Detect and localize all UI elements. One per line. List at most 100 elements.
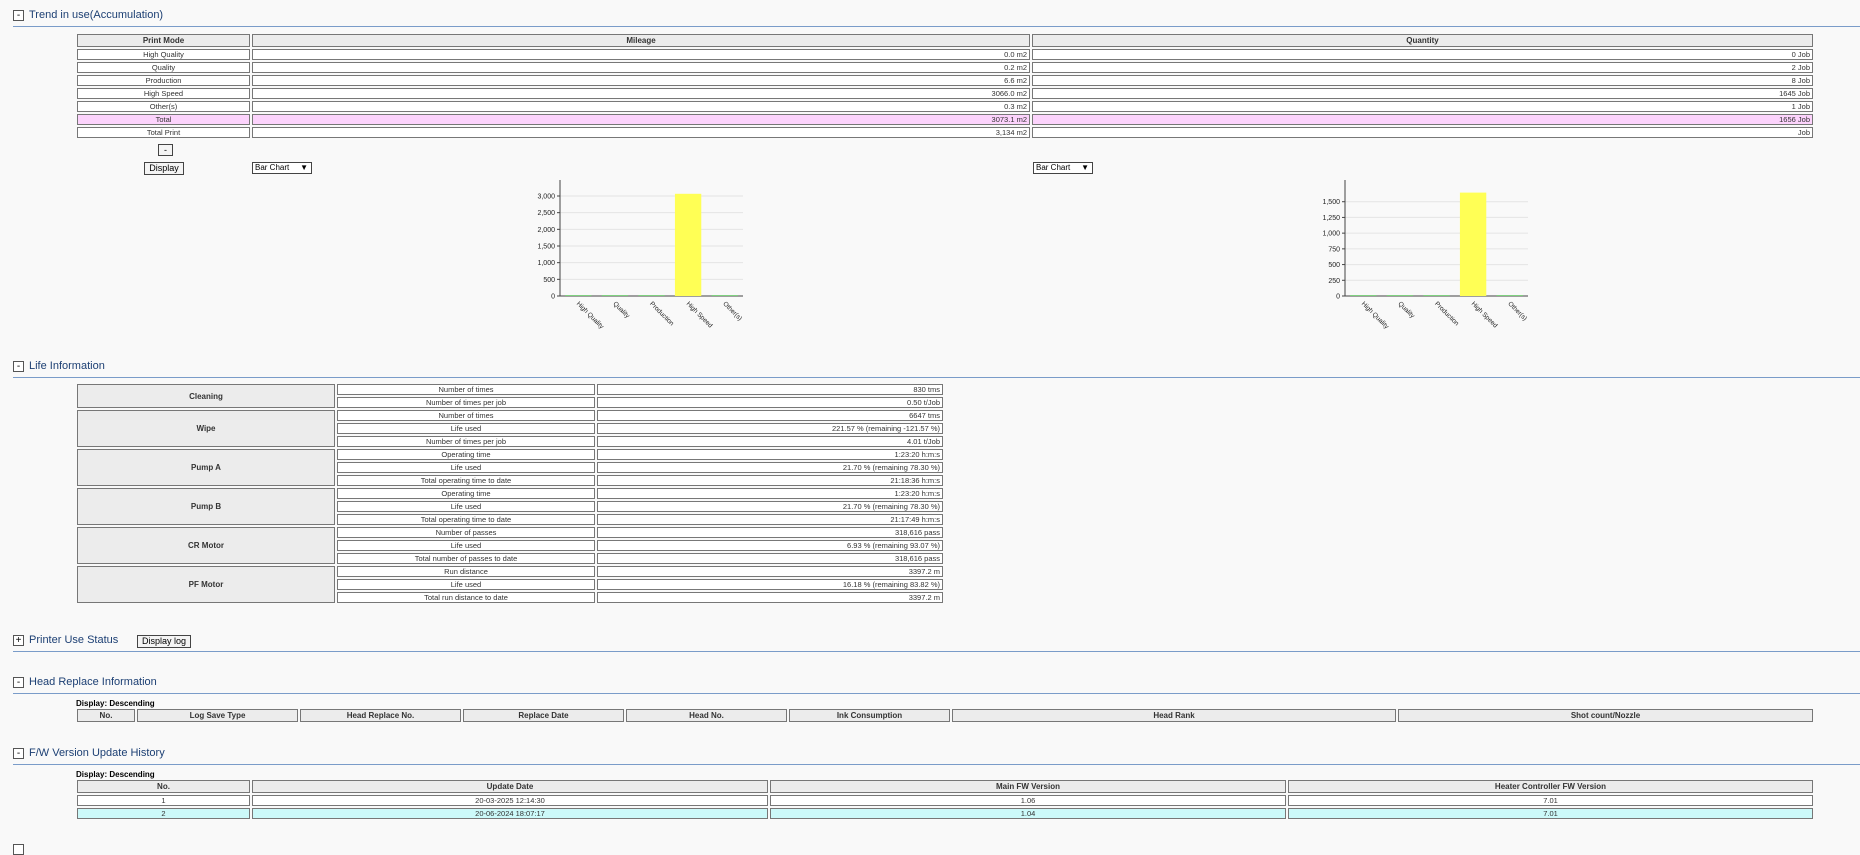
metric-value-cell: 318,616 pass: [597, 527, 943, 538]
metric-label-cell: Number of times: [337, 384, 595, 395]
fw-toggle-button[interactable]: -: [13, 748, 24, 759]
metric-label-cell: Total run distance to date: [337, 592, 595, 603]
y-tick-label: 1,000: [537, 260, 555, 267]
display-log-button[interactable]: Display log: [137, 635, 191, 648]
x-tick-label: High Quality: [1360, 300, 1391, 331]
x-tick-label: Other(s): [1506, 300, 1528, 322]
col-quantity: Quantity: [1032, 34, 1813, 47]
mileage-cell: 0.3 m2: [252, 101, 1030, 112]
date-cell: 20-03-2025 12:14:30: [252, 795, 768, 806]
x-tick-label: High Speed: [1470, 300, 1499, 329]
bar: [1386, 295, 1414, 296]
metric-value-cell: 318,616 pass: [597, 553, 943, 564]
bar: [601, 295, 629, 296]
mileage-cell: 3073.1 m2: [252, 114, 1030, 125]
mileage-chart-type-value: Bar Chart: [255, 163, 290, 172]
y-tick-label: 750: [1328, 246, 1340, 253]
main-fw-cell: 1.04: [770, 808, 1286, 819]
no-cell: 1: [77, 795, 250, 806]
col-head-replace-no: Head Replace No.: [300, 709, 461, 722]
bar: [674, 193, 702, 296]
bar: [1423, 295, 1450, 296]
quantity-chart-type-select[interactable]: Bar Chart ▼: [1033, 162, 1093, 174]
mileage-cell: 3066.0 m2: [252, 88, 1030, 99]
metric-value-cell: 3397.2 m: [597, 566, 943, 577]
y-tick-label: 2,500: [537, 210, 555, 217]
main-fw-cell: 1.06: [770, 795, 1286, 806]
col-head-rank: Head Rank: [952, 709, 1396, 722]
metric-value-cell: 830 tms: [597, 384, 943, 395]
y-tick-label: 500: [543, 277, 555, 284]
mileage-chart-type-select[interactable]: Bar Chart ▼: [252, 162, 312, 174]
quantity-cell: 0 Job: [1032, 49, 1813, 60]
metric-value-cell: 221.57 % (remaining -121.57 %): [597, 423, 943, 434]
x-tick-label: Quality: [611, 300, 631, 320]
metric-label-cell: Life used: [337, 540, 595, 551]
date-cell: 20-06-2024 18:07:17: [252, 808, 768, 819]
metric-value-cell: 21.70 % (remaining 78.30 %): [597, 462, 943, 473]
chevron-down-icon: ▼: [300, 163, 308, 172]
metric-label-cell: Life used: [337, 501, 595, 512]
col-log-save-type: Log Save Type: [137, 709, 298, 722]
head-replace-toggle-button[interactable]: -: [13, 677, 24, 688]
total-row: Total 3073.1 m2 1656 Job: [77, 114, 1813, 125]
mileage-cell: 0.0 m2: [252, 49, 1030, 60]
mode-cell: High Speed: [77, 88, 250, 99]
mode-cell: Total: [77, 114, 250, 125]
y-tick-label: 1,000: [1322, 231, 1340, 238]
y-tick-label: 1,250: [1322, 215, 1340, 222]
quantity-cell: 8 Job: [1032, 75, 1813, 86]
printer-use-section-header: + Printer Use Status: [13, 634, 1860, 652]
quantity-cell: 1656 Job: [1032, 114, 1813, 125]
table-row: CR Motor Number of passes 318,616 pass: [77, 527, 943, 564]
col-replace-date: Replace Date: [463, 709, 624, 722]
y-tick-label: 2,000: [537, 227, 555, 234]
metric-label-cell: Operating time: [337, 449, 595, 460]
heater-fw-cell: 7.01: [1288, 795, 1813, 806]
metric-label-cell: Total operating time to date: [337, 514, 595, 525]
metric-label-cell: Life used: [337, 579, 595, 590]
fw-table: No. Update Date Main FW Version Heater C…: [75, 778, 1815, 821]
col-head-no: Head No.: [626, 709, 787, 722]
total-print-row: Total Print 3,134 m2 Job: [77, 127, 1813, 138]
mileage-cell: 0.2 m2: [252, 62, 1030, 73]
mileage-bar-chart: 0 500 1,000 1,500 2,000 2,500 3,000 High Qualit…: [537, 180, 743, 331]
bar: [1459, 192, 1487, 296]
heater-fw-cell: 7.01: [1288, 808, 1813, 819]
metric-label-cell: Life used: [337, 462, 595, 473]
metric-value-cell: 4.01 t/Job: [597, 436, 943, 447]
next-section-toggle-button[interactable]: [13, 844, 24, 855]
y-tick-label: 1,500: [537, 244, 555, 251]
metric-value-cell: 6647 tms: [597, 410, 943, 421]
col-update-date: Update Date: [252, 780, 768, 793]
printer-use-toggle-button[interactable]: +: [13, 635, 24, 646]
component-name-cell: Wipe: [77, 410, 335, 447]
quantity-cell: Job: [1032, 127, 1813, 138]
metric-label-cell: Number of passes: [337, 527, 595, 538]
fw-section-header: - F/W Version Update History: [13, 747, 1860, 765]
metric-value-cell: 21:18:36 h:m:s: [597, 475, 943, 486]
life-toggle-button[interactable]: -: [13, 361, 24, 372]
col-no: No.: [77, 709, 135, 722]
chart-collapse-button[interactable]: -: [158, 144, 173, 156]
metric-value-cell: 0.50 t/Job: [597, 397, 943, 408]
metric-value-cell: 1:23:20 h:m:s: [597, 488, 943, 499]
col-heater-fw-version: Heater Controller FW Version: [1288, 780, 1813, 793]
bar: [638, 295, 665, 296]
component-name-cell: Pump B: [77, 488, 335, 525]
trend-toggle-button[interactable]: -: [13, 10, 24, 21]
quantity-chart-type-value: Bar Chart: [1036, 163, 1071, 172]
col-shot-count-nozzle: Shot count/Nozzle: [1398, 709, 1813, 722]
display-button[interactable]: Display: [144, 162, 184, 175]
mode-cell: Total Print: [77, 127, 250, 138]
bar: [565, 295, 592, 296]
component-name-cell: PF Motor: [77, 566, 335, 603]
trend-table: Print Mode Mileage Quantity High Quality…: [75, 32, 1815, 140]
mileage-cell: 6.6 m2: [252, 75, 1030, 86]
y-tick-label: 3,000: [537, 194, 555, 201]
y-tick-label: 500: [1328, 262, 1340, 269]
table-row: Pump B Operating time 1:23:20 h:m:s: [77, 488, 943, 525]
y-tick-label: 0: [551, 294, 555, 301]
table-row: 2 20-06-2024 18:07:17 1.04 7.01: [77, 808, 1813, 819]
component-name-cell: Cleaning: [77, 384, 335, 408]
